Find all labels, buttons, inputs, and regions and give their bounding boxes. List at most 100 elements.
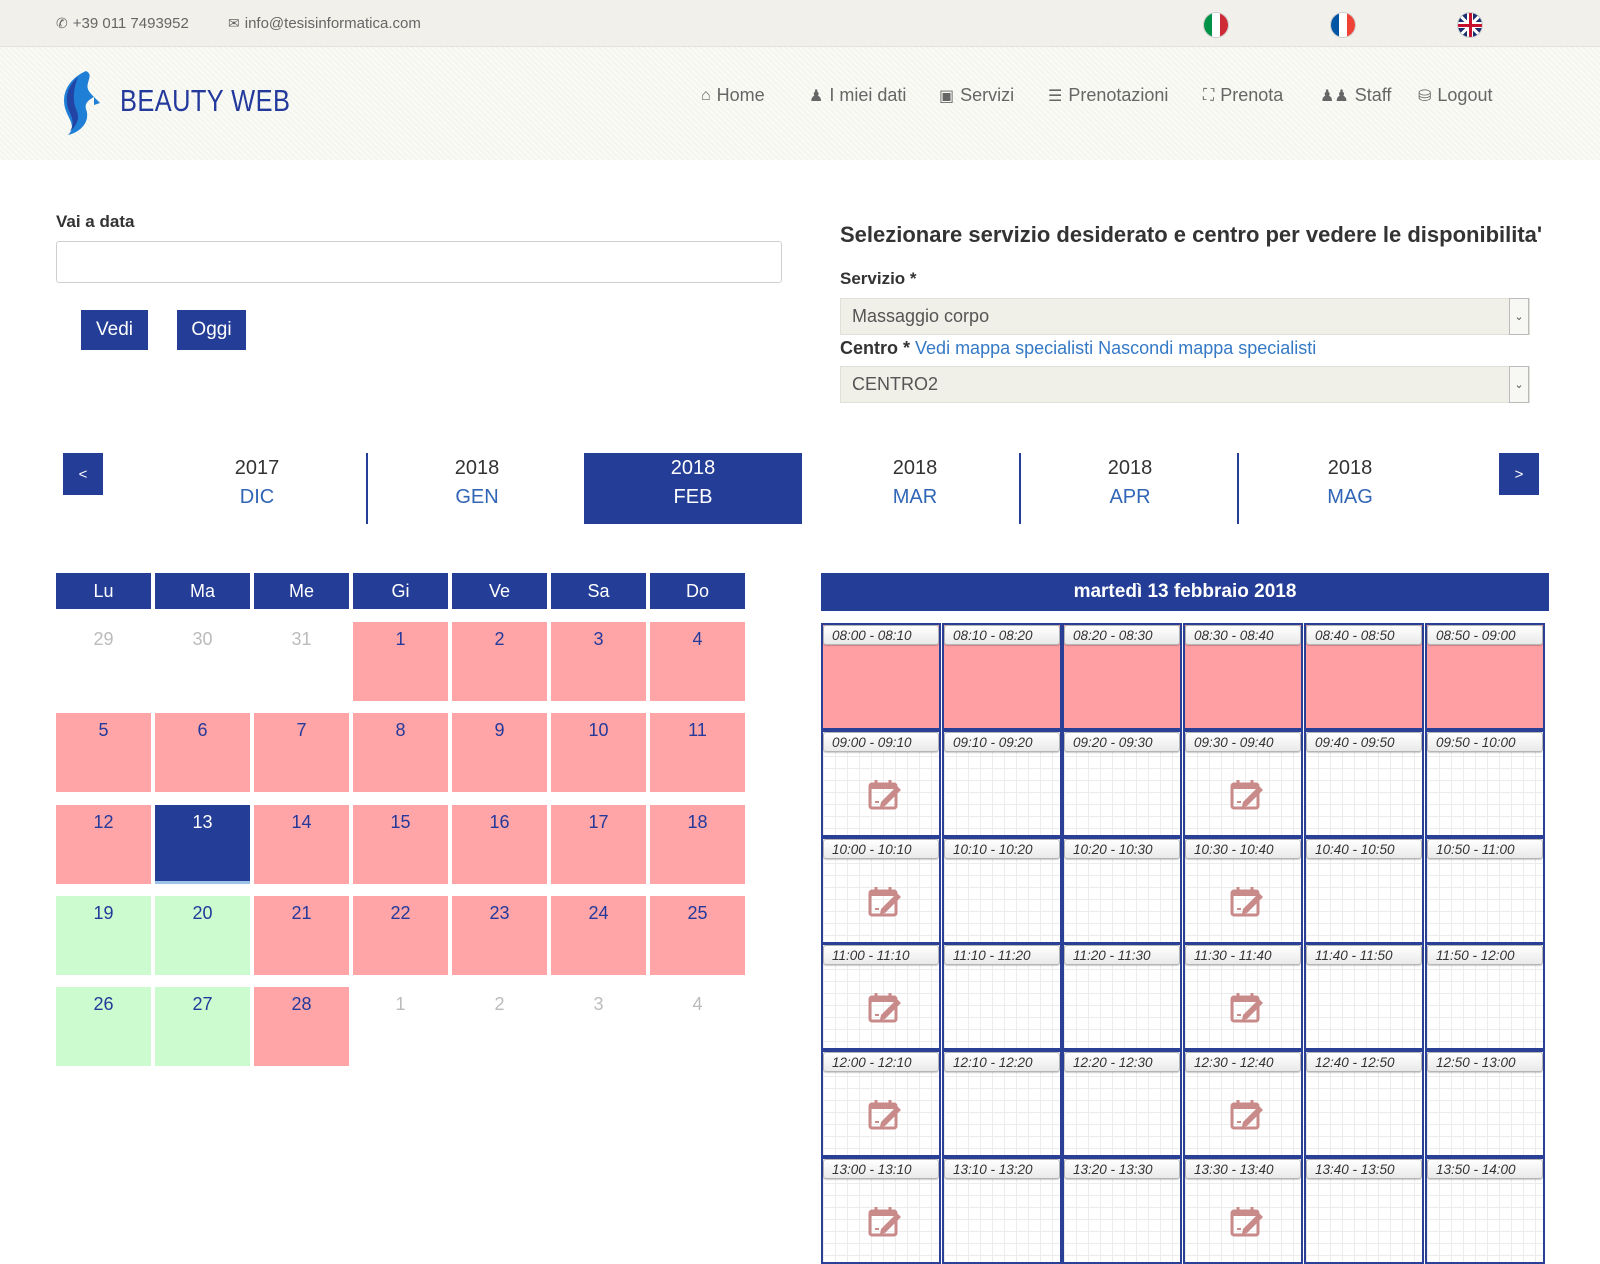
time-slot-bookable[interactable]: 11:00 - 11:10: [821, 943, 941, 1050]
nav-staff-label: Staff: [1354, 85, 1392, 105]
calendar-day[interactable]: 21: [254, 896, 349, 975]
month-tab[interactable]: 2018 MAG: [1241, 453, 1459, 524]
time-slot-bookable[interactable]: 11:30 - 11:40: [1183, 943, 1303, 1050]
servizio-select[interactable]: Massaggio corpo ⌄: [840, 298, 1530, 335]
email-address[interactable]: info@tesisinformatica.com: [245, 15, 421, 32]
time-slot-bookable[interactable]: 10:30 - 10:40: [1183, 837, 1303, 944]
calendar-day[interactable]: 3: [551, 622, 646, 701]
calendar-day[interactable]: 27: [155, 987, 250, 1066]
calendar-edit-icon[interactable]: [1229, 991, 1265, 1025]
prev-month-button[interactable]: <: [63, 453, 103, 495]
nav-book[interactable]: ⛶ Prenota: [1203, 85, 1283, 106]
servizio-selected-value: Massaggio corpo: [852, 306, 990, 326]
month-tab[interactable]: 2017 DIC: [148, 453, 366, 524]
calendar-edit-icon[interactable]: [867, 778, 903, 812]
site-header: BEAUTY WEB ⌂ Home ♟ I miei dati ▣ Serviz…: [0, 47, 1600, 160]
vedi-button[interactable]: Vedi: [81, 310, 148, 350]
month-tab-active[interactable]: 2018 FEB: [584, 453, 802, 524]
calendar-day[interactable]: 22: [353, 896, 448, 975]
time-slot-bookable[interactable]: 09:30 - 09:40: [1183, 730, 1303, 837]
calendar-day[interactable]: 2: [452, 622, 547, 701]
calendar-day: 3: [593, 994, 604, 1014]
time-slot-label: 10:50 - 11:00: [1427, 839, 1543, 859]
calendar-day[interactable]: 23: [452, 896, 547, 975]
calendar-edit-icon[interactable]: [1229, 1205, 1265, 1239]
email-contact[interactable]: ✉ info@tesisinformatica.com: [228, 15, 421, 32]
time-slot-bookable[interactable]: 09:00 - 09:10: [821, 730, 941, 837]
nav-bookings-label: Prenotazioni: [1068, 85, 1169, 105]
calendar-edit-icon[interactable]: [867, 1205, 903, 1239]
calendar-day[interactable]: 9: [452, 713, 547, 792]
weekday-header: Lu: [56, 573, 151, 609]
calendar-day: 4: [692, 994, 703, 1014]
calendar-day[interactable]: 8: [353, 713, 448, 792]
calendar-edit-icon[interactable]: [1229, 885, 1265, 919]
time-slot-bookable[interactable]: 10:00 - 10:10: [821, 837, 941, 944]
vedi-mappa-link[interactable]: Vedi mappa specialisti: [915, 338, 1093, 358]
chevron-down-icon[interactable]: ⌄: [1509, 298, 1529, 335]
month-year: 2018: [1107, 457, 1153, 479]
chevron-down-icon[interactable]: ⌄: [1509, 366, 1529, 403]
calendar-edit-icon[interactable]: [1229, 1098, 1265, 1132]
calendar-day[interactable]: 19: [56, 896, 151, 975]
nav-book-label: Prenota: [1220, 85, 1284, 105]
calendar-day[interactable]: 25: [650, 896, 745, 975]
calendar-edit-icon[interactable]: [867, 991, 903, 1025]
time-slot-bookable[interactable]: 12:30 - 12:40: [1183, 1050, 1303, 1157]
calendar-day[interactable]: 15: [353, 805, 448, 884]
calendar-day[interactable]: 28: [254, 987, 349, 1066]
month-year: 2018: [892, 457, 938, 479]
calendar-day[interactable]: 1: [353, 622, 448, 701]
calendar-day: 1: [395, 994, 406, 1014]
next-month-button[interactable]: >: [1499, 453, 1539, 495]
time-slot-label: 10:00 - 10:10: [823, 839, 939, 859]
time-slot-bookable[interactable]: 13:30 - 13:40: [1183, 1157, 1303, 1264]
calendar-day[interactable]: 6: [155, 713, 250, 792]
calendar-day[interactable]: 26: [56, 987, 151, 1066]
calendar-day[interactable]: 11: [650, 713, 745, 792]
nav-my-data[interactable]: ♟ I miei dati: [809, 85, 906, 106]
centro-select[interactable]: CENTRO2 ⌄: [840, 366, 1530, 403]
calendar-day[interactable]: 14: [254, 805, 349, 884]
time-slot-bookable[interactable]: 13:00 - 13:10: [821, 1157, 941, 1264]
nav-bookings[interactable]: ☰ Prenotazioni: [1048, 85, 1168, 106]
time-slot-label: 08:40 - 08:50: [1306, 625, 1422, 645]
time-slot-empty: 10:10 - 10:20: [942, 837, 1062, 944]
italian-flag-icon[interactable]: [1204, 13, 1228, 37]
french-flag-icon[interactable]: [1331, 13, 1355, 37]
goto-date-input[interactable]: [56, 241, 782, 283]
calendar-edit-icon[interactable]: [867, 885, 903, 919]
uk-flag-icon[interactable]: [1458, 13, 1482, 37]
calendar-day[interactable]: 10: [551, 713, 646, 792]
time-slot-label: 13:30 - 13:40: [1185, 1159, 1301, 1179]
calendar-day[interactable]: 24: [551, 896, 646, 975]
time-slot-label: 09:20 - 09:30: [1064, 732, 1180, 752]
nav-home[interactable]: ⌂ Home: [701, 85, 765, 106]
month-tab[interactable]: 2018 GEN: [368, 453, 586, 524]
calendar-day[interactable]: 16: [452, 805, 547, 884]
nav-staff[interactable]: ♟♟ Staff: [1320, 85, 1391, 106]
oggi-button[interactable]: Oggi: [177, 310, 246, 350]
nav-logout[interactable]: ⛁ Logout: [1418, 85, 1492, 106]
calendar-day[interactable]: 18: [650, 805, 745, 884]
calendar-day[interactable]: 17: [551, 805, 646, 884]
weekday-header: Gi: [353, 573, 448, 609]
time-slot-empty: 09:10 - 09:20: [942, 730, 1062, 837]
nascondi-mappa-link[interactable]: Nascondi mappa specialisti: [1098, 338, 1316, 358]
time-slot-label: 09:30 - 09:40: [1185, 732, 1301, 752]
time-slot-bookable[interactable]: 12:00 - 12:10: [821, 1050, 941, 1157]
calendar-day[interactable]: 5: [56, 713, 151, 792]
month-tab[interactable]: 2018 APR: [1021, 453, 1239, 524]
month-tab[interactable]: 2018 MAR: [806, 453, 1024, 524]
calendar-day[interactable]: 12: [56, 805, 151, 884]
calendar-day[interactable]: 7: [254, 713, 349, 792]
calendar-day[interactable]: 20: [155, 896, 250, 975]
phone-number: +39 011 7493952: [72, 15, 189, 32]
beauty-logo-icon[interactable]: [56, 69, 102, 135]
nav-services[interactable]: ▣ Servizi: [939, 85, 1014, 106]
calendar-day-selected[interactable]: 13: [155, 805, 250, 884]
calendar-edit-icon[interactable]: [867, 1098, 903, 1132]
brand-name[interactable]: BEAUTY WEB: [120, 83, 290, 119]
calendar-day[interactable]: 4: [650, 622, 745, 701]
calendar-edit-icon[interactable]: [1229, 778, 1265, 812]
